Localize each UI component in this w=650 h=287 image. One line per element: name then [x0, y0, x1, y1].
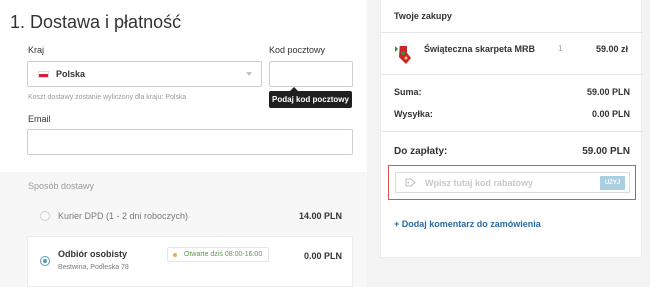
- country-label: Kraj: [28, 45, 45, 55]
- sum-row: Suma: 59.00 PLN: [394, 87, 630, 97]
- section-title: 1. Dostawa i płatność: [10, 12, 182, 32]
- radio-selected[interactable]: [40, 256, 50, 266]
- shipping-label: Sposób dostawy: [28, 181, 95, 191]
- shipping-option-pickup[interactable]: Odbiór osobisty Bestwina, Podleska 78 Ot…: [27, 236, 353, 287]
- chevron-down-icon: [246, 72, 252, 76]
- opening-hours-badge: Otwarte dziś 08:00-16:00: [167, 247, 270, 262]
- product-name[interactable]: Świąteczna skarpeta MRB: [424, 44, 535, 54]
- shipping-cost-row: Wysyłka: 0.00 PLN: [394, 109, 630, 119]
- delivery-section: 1. Dostawa i płatność Kraj Polska Kod po…: [0, 0, 367, 287]
- radio-unselected[interactable]: [40, 211, 50, 221]
- total-row: Do zapłaty: 59.00 PLN: [394, 146, 630, 157]
- sum-label: Suma:: [394, 87, 422, 97]
- shipping-option-name: Odbiór osobisty: [58, 249, 128, 259]
- add-comment-link[interactable]: + Dodaj komentarz do zamówienia: [394, 219, 541, 229]
- poland-flag-icon: [38, 70, 49, 78]
- shipping-option-price: 14.00 PLN: [298, 211, 342, 221]
- postal-label: Kod pocztowy: [269, 45, 326, 55]
- coupon-highlight: Wpisz tutaj kod rabatowy UŻYJ: [388, 165, 636, 200]
- shipping-cost-value: 0.00 PLN: [591, 109, 630, 119]
- email-label: Email: [28, 114, 51, 124]
- divider: [381, 74, 643, 75]
- pickup-address: Bestwina, Podleska 78: [58, 264, 129, 271]
- shipping-cost-label: Wysyłka:: [394, 109, 433, 119]
- product-quantity: 1: [558, 44, 563, 53]
- postal-code-input[interactable]: [269, 61, 353, 87]
- country-value: Polska: [56, 69, 86, 79]
- product-thumbnail[interactable]: [391, 40, 415, 66]
- total-value: 59.00 PLN: [582, 146, 630, 157]
- product-price: 59.00 zł: [595, 44, 628, 54]
- total-label: Do zapłaty:: [394, 146, 448, 157]
- apply-coupon-button[interactable]: UŻYJ: [600, 176, 625, 190]
- divider: [381, 32, 643, 33]
- cart-title: Twoje zakupy: [394, 11, 452, 21]
- postal-code-tooltip: Podaj kod pocztowy: [269, 87, 352, 108]
- shipping-option-name: Kurier DPD (1 - 2 dni roboczych): [58, 211, 189, 221]
- sum-value: 59.00 PLN: [586, 87, 630, 97]
- shipping-cost-hint: Koszt dostawy zostanie wyliczony dla kra…: [28, 94, 187, 101]
- cart-summary-panel: Twoje zakupy Świąteczna skarpeta MRB 1 5…: [380, 0, 643, 258]
- coupon-placeholder: Wpisz tutaj kod rabatowy: [425, 177, 534, 188]
- shipping-option-price: 0.00 PLN: [303, 251, 342, 261]
- tag-icon: [405, 178, 416, 187]
- shipping-option-courier[interactable]: Kurier DPD (1 - 2 dni roboczych) 14.00 P…: [27, 198, 353, 234]
- divider: [381, 131, 643, 132]
- coupon-code-input[interactable]: Wpisz tutaj kod rabatowy UŻYJ: [395, 172, 630, 193]
- country-select[interactable]: Polska: [27, 61, 262, 87]
- email-input[interactable]: [27, 129, 353, 155]
